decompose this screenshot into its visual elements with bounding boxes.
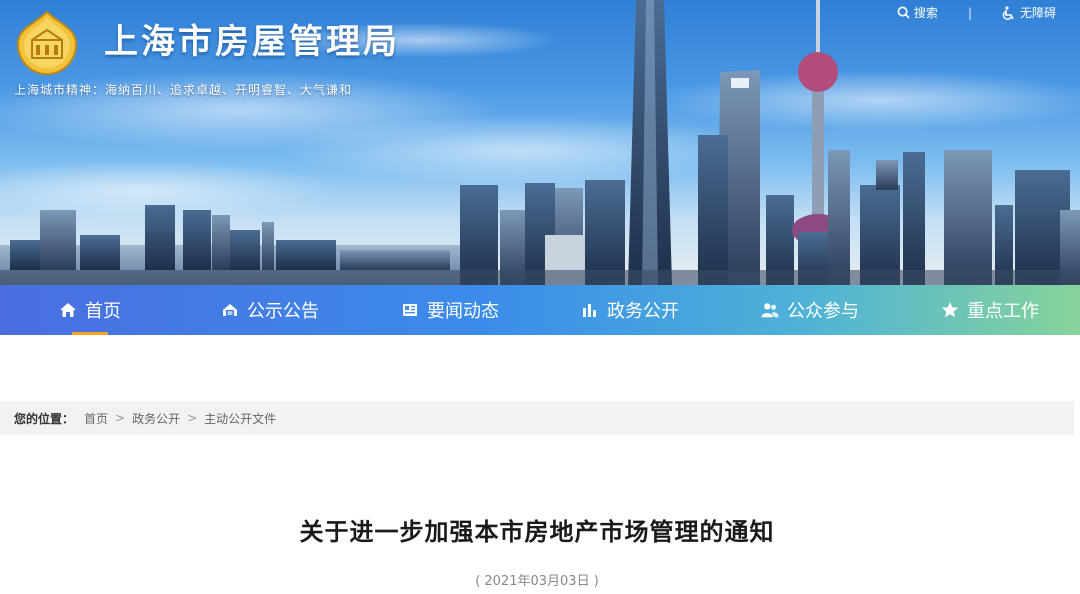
search-label: 搜索: [913, 6, 938, 20]
notice-icon: [223, 304, 237, 316]
star-icon: [942, 302, 958, 318]
nav-item-gov-affairs[interactable]: 政务公开: [540, 285, 720, 335]
breadcrumb-home-link[interactable]: 首页: [84, 410, 108, 427]
breadcrumb-gov-affairs-link[interactable]: 政务公开: [132, 410, 180, 427]
tools-divider: |: [967, 5, 972, 20]
search-button[interactable]: 搜索: [897, 4, 938, 21]
search-icon: [897, 6, 910, 19]
nav-item-home[interactable]: 首页: [0, 285, 180, 335]
site-title: 上海市房屋管理局: [104, 22, 400, 62]
site-logo[interactable]: [14, 10, 80, 76]
news-icon: [403, 304, 417, 316]
chart-icon: [583, 304, 596, 317]
accessibility-button[interactable]: 无障碍: [1002, 4, 1056, 21]
breadcrumb-separator: >: [187, 411, 198, 425]
breadcrumb-label: 您的位置：: [14, 411, 75, 426]
users-icon: [761, 303, 779, 318]
accessibility-icon: [1002, 5, 1014, 20]
nav-item-key-work[interactable]: 重点工作: [900, 285, 1080, 335]
nav-item-news[interactable]: 要闻动态: [360, 285, 540, 335]
nav-label-news: 要闻动态: [427, 301, 499, 322]
header-banner: 上海市房屋管理局 上海城市精神：海纳百川、追求卓越、开明睿智、大气谦和 搜索 |…: [0, 0, 1080, 285]
home-icon: [60, 303, 76, 317]
nav-label-notices: 公示公告: [247, 301, 319, 322]
nav-item-public-participation[interactable]: 公众参与: [720, 285, 900, 335]
nav-label-key-work: 重点工作: [967, 301, 1039, 322]
article-title: 关于进一步加强本市房地产市场管理的通知: [299, 518, 775, 546]
nav-label-home: 首页: [85, 301, 121, 322]
nav-label-gov-affairs: 政务公开: [607, 301, 679, 322]
nav-item-notices[interactable]: 公示公告: [180, 285, 360, 335]
breadcrumb-separator: >: [115, 411, 126, 425]
city-motto: 上海城市精神：海纳百川、追求卓越、开明睿智、大气谦和: [14, 83, 353, 97]
article-date: ( 2021年03月03日 ): [475, 574, 599, 589]
top-tools: 搜索 | 无障碍: [897, 4, 1056, 21]
accessibility-label: 无障碍: [1019, 6, 1056, 20]
nav-label-public-participation: 公众参与: [787, 301, 859, 322]
breadcrumb-current-link[interactable]: 主动公开文件: [204, 410, 276, 427]
main-nav: 首页 公示公告 要闻动态 政务公开 公众参与 重点工作: [0, 285, 1080, 335]
breadcrumb: 您的位置： 首页 > 政务公开 > 主动公开文件: [0, 401, 1074, 435]
